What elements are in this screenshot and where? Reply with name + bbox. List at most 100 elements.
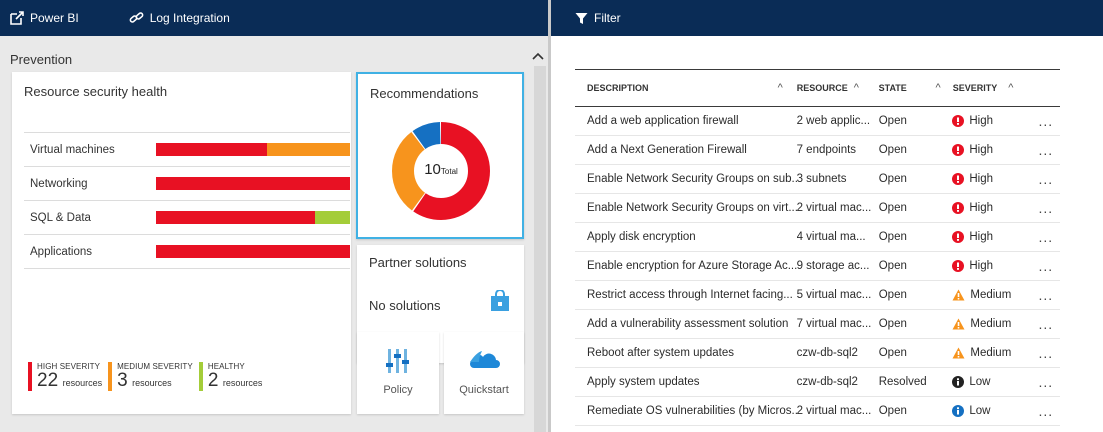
- row-resource: 5 virtual mac...: [796, 289, 872, 301]
- health-row[interactable]: Virtual machines: [24, 132, 350, 166]
- row-resource: 3 subnets: [796, 173, 847, 185]
- more-options-button[interactable]: ...: [1032, 200, 1060, 216]
- column-header-severity[interactable]: SEVERITY ^: [953, 82, 1032, 94]
- legend-item: HIGH SEVERITY 22 resources: [28, 362, 102, 391]
- prevention-section: Prevention Resource security health Virt…: [0, 36, 548, 432]
- legend-item: MEDIUM SEVERITY 3 resources: [108, 362, 193, 391]
- more-options-button[interactable]: ...: [1032, 171, 1060, 187]
- health-row[interactable]: SQL & Data: [24, 200, 350, 234]
- table-row[interactable]: Add a Next Generation Firewall 7 endpoint…: [575, 136, 1060, 165]
- more-options-button[interactable]: ...: [1032, 142, 1060, 158]
- row-resource: 4 virtual ma...: [796, 231, 866, 243]
- severity-label: Medium: [970, 347, 1012, 359]
- total-count: 10: [424, 161, 441, 178]
- high-severity-icon: [952, 231, 965, 243]
- row-severity: Medium: [952, 289, 1031, 301]
- powerbi-button[interactable]: Power BI: [10, 11, 79, 25]
- row-severity: High: [952, 144, 1031, 156]
- severity-label: High: [969, 173, 994, 185]
- row-resource: 9 storage ac...: [796, 260, 870, 272]
- tile-title: Recommendations: [370, 86, 479, 101]
- row-state: Resolved: [878, 376, 927, 388]
- column-header-resource[interactable]: RESOURCE ^: [797, 82, 879, 94]
- health-bar: [156, 245, 350, 258]
- column-header-description[interactable]: DESCRIPTION ^: [575, 82, 797, 94]
- row-state: Open: [878, 347, 907, 359]
- health-bar: [156, 143, 350, 156]
- row-description: Enable encryption for Azure Storage Ac..…: [587, 260, 797, 272]
- row-resource: 7 endpoints: [796, 144, 857, 156]
- filter-button[interactable]: Filter: [575, 11, 621, 25]
- health-row-label: SQL & Data: [30, 211, 91, 224]
- table-row[interactable]: Enable Network Security Groups on sub...…: [575, 165, 1060, 194]
- log-integration-button[interactable]: Log Integration: [129, 11, 230, 25]
- health-bar-segment: [156, 143, 267, 156]
- table-row[interactable]: Reboot after system updates czw-db-sql2 Op…: [575, 339, 1060, 368]
- row-state: Open: [878, 231, 907, 243]
- table-row[interactable]: Restrict access through Internet facing.…: [575, 281, 1060, 310]
- scrollbar[interactable]: [534, 66, 546, 432]
- row-description: Apply disk encryption: [587, 231, 696, 243]
- powerbi-label: Power BI: [30, 11, 79, 25]
- health-row[interactable]: Networking: [24, 166, 350, 200]
- row-resource: 7 virtual mac...: [796, 318, 872, 330]
- section-title: Prevention: [10, 52, 73, 67]
- more-options-button[interactable]: ...: [1032, 258, 1060, 274]
- severity-label: Low: [969, 405, 991, 417]
- row-description: Enable Network Security Groups on virt..…: [587, 202, 797, 214]
- resource-health-tile[interactable]: Resource security health Virtual machine…: [12, 72, 351, 414]
- health-row[interactable]: Applications: [24, 234, 350, 268]
- more-options-button[interactable]: ...: [1032, 229, 1060, 245]
- severity-label: High: [969, 260, 994, 272]
- health-bar-segment: [266, 143, 350, 156]
- health-bar-segment: [315, 211, 350, 224]
- row-severity: High: [952, 260, 1031, 272]
- recommendations-table: DESCRIPTION ^ RESOURCE ^ STATE ^ SEVERIT…: [575, 69, 1060, 426]
- table-header: DESCRIPTION ^ RESOURCE ^ STATE ^ SEVERIT…: [575, 69, 1060, 107]
- policy-tile[interactable]: Policy: [357, 332, 439, 414]
- more-options-button[interactable]: ...: [1032, 287, 1060, 303]
- sort-chevron-icon: ^: [853, 82, 859, 94]
- column-header-state[interactable]: STATE ^: [879, 82, 953, 94]
- table-row[interactable]: Apply system updates czw-db-sql2 Resolved L…: [575, 368, 1060, 397]
- row-resource: czw-db-sql2: [796, 347, 858, 359]
- high-severity-icon: [952, 202, 965, 214]
- row-divider: [24, 268, 350, 269]
- row-description: Restrict access through Internet facing.…: [587, 289, 793, 301]
- recommendations-donut: 10Total: [391, 121, 491, 221]
- table-row[interactable]: Apply disk encryption 4 virtual ma... Open…: [575, 223, 1060, 252]
- table-row[interactable]: Enable encryption for Azure Storage Ac..…: [575, 252, 1060, 281]
- health-bar-segment: [156, 211, 316, 224]
- more-options-button[interactable]: ...: [1032, 374, 1060, 390]
- legend-count: 2: [207, 370, 219, 391]
- table-row[interactable]: Remediate OS vulnerabilities (by Micros.…: [575, 397, 1060, 426]
- severity-label: High: [969, 202, 994, 214]
- more-options-button[interactable]: ...: [1032, 316, 1060, 332]
- more-options-button[interactable]: ...: [1032, 345, 1060, 361]
- table-row[interactable]: Add a web application firewall 2 web appl…: [575, 107, 1060, 136]
- row-severity: High: [952, 231, 1031, 243]
- row-state: Open: [878, 173, 907, 185]
- more-options-button[interactable]: ...: [1032, 113, 1060, 129]
- severity-legend: HIGH SEVERITY 22 resources MEDIUM SEVERITY…: [28, 362, 262, 391]
- severity-label: Low: [969, 376, 991, 388]
- severity-label: Medium: [970, 289, 1012, 301]
- row-resource: 2 web applic...: [796, 115, 871, 127]
- recommendations-tile[interactable]: Recommendations 10Total: [356, 72, 524, 239]
- health-row-label: Virtual machines: [30, 143, 115, 156]
- row-resource: 2 virtual mac...: [796, 202, 872, 214]
- quickstart-tile[interactable]: Quickstart: [444, 332, 524, 414]
- table-row[interactable]: Add a vulnerability assessment solution 7…: [575, 310, 1060, 339]
- health-bar: [156, 177, 350, 190]
- more-options-button[interactable]: ...: [1032, 403, 1060, 419]
- collapse-chevron-icon[interactable]: [532, 48, 544, 63]
- sort-chevron-icon: ^: [777, 82, 783, 94]
- policy-sliders-icon: [386, 348, 410, 379]
- filter-label: Filter: [594, 11, 621, 25]
- header-label: STATE: [878, 83, 907, 93]
- health-bar-segment: [156, 245, 350, 258]
- log-integration-label: Log Integration: [149, 11, 230, 25]
- table-body: Add a web application firewall 2 web appl…: [575, 107, 1060, 426]
- external-link-icon: [10, 11, 24, 25]
- table-row[interactable]: Enable Network Security Groups on virt..…: [575, 194, 1060, 223]
